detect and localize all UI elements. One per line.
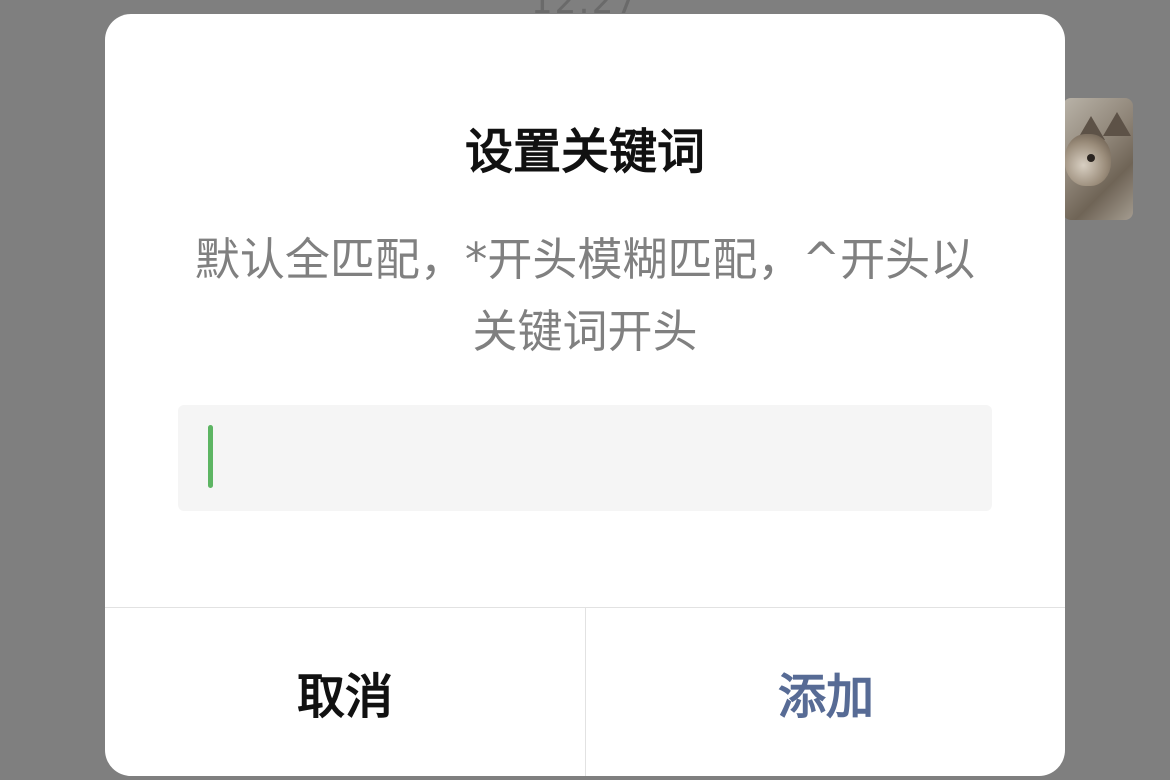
keyword-dialog: 设置关键词 默认全匹配，*开头模糊匹配，^开头以关键词开头 取消 添加 (105, 14, 1065, 776)
dialog-description: 默认全匹配，*开头模糊匹配，^开头以关键词开头 (194, 233, 976, 358)
add-button[interactable]: 添加 (586, 608, 1065, 776)
keyword-input[interactable] (178, 405, 992, 511)
cat-ear-shape (1103, 112, 1131, 136)
cancel-button[interactable]: 取消 (105, 608, 585, 776)
dialog-title: 设置关键词 (464, 124, 705, 180)
text-caret (208, 425, 213, 488)
contact-avatar (1063, 98, 1133, 220)
cat-eye-shape (1087, 154, 1095, 162)
